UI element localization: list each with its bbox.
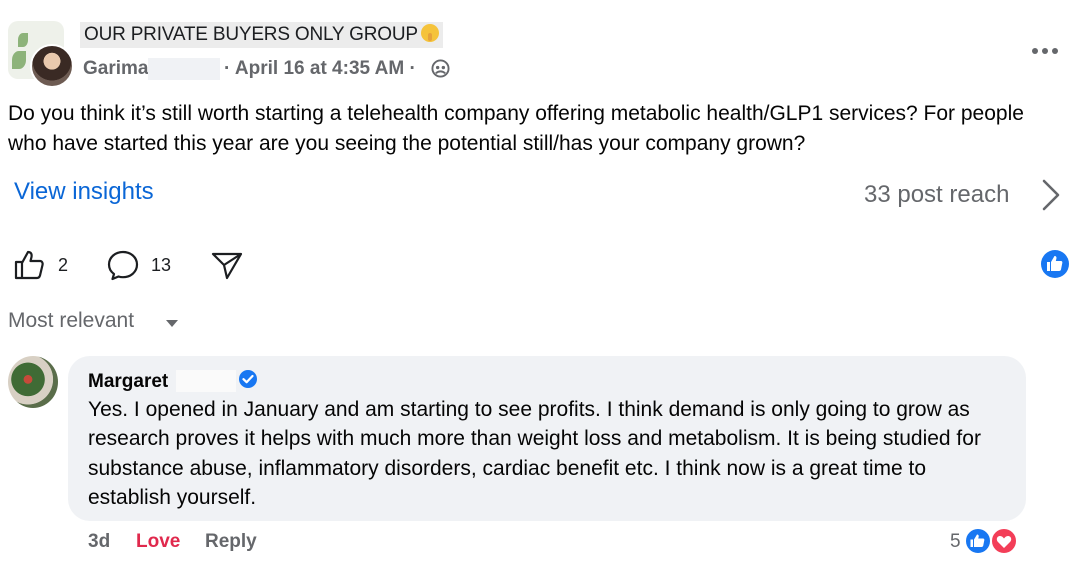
view-insights-link[interactable]: View insights — [14, 178, 154, 206]
like-reaction-icon — [964, 527, 992, 555]
caret-down-icon[interactable] — [165, 319, 179, 328]
like-count: 2 — [58, 255, 69, 275]
comment-button-icon[interactable] — [106, 248, 140, 282]
group-name-text: OUR PRIVATE BUYERS ONLY GROUP — [84, 24, 418, 45]
leaf-decoration — [12, 51, 26, 69]
verified-badge-icon — [239, 370, 257, 388]
post-reach-stat[interactable]: 33 post reach — [864, 181, 1009, 209]
reaction-like-badge-icon[interactable] — [1040, 249, 1070, 279]
redacted-surname — [148, 58, 220, 80]
commenter-avatar[interactable] — [8, 356, 58, 408]
post-timestamp[interactable]: · April 16 at 4:35 AM · — [224, 58, 416, 80]
more-options-icon[interactable] — [1030, 44, 1060, 58]
post-body-text: Do you think it’s still worth starting a… — [8, 102, 1024, 155]
comment-timestamp[interactable]: 3d — [88, 531, 110, 553]
commenter-name[interactable]: Margaret — [88, 371, 168, 393]
leaf-decoration — [18, 33, 28, 47]
group-name-link[interactable]: OUR PRIVATE BUYERS ONLY GROUP — [80, 22, 443, 48]
reply-button[interactable]: Reply — [205, 531, 257, 553]
comment-text: Yes. I opened in January and am starting… — [88, 398, 981, 510]
send-share-icon[interactable] — [210, 248, 244, 282]
comment-reaction-count[interactable]: 5 — [950, 531, 961, 553]
love-reaction-button[interactable]: Love — [136, 531, 180, 553]
comment-sort-dropdown[interactable]: Most relevant — [8, 309, 134, 333]
members-audience-icon — [431, 59, 450, 78]
chevron-right-icon[interactable] — [1040, 178, 1062, 212]
author-avatar[interactable] — [30, 44, 74, 88]
redacted-surname — [176, 370, 236, 392]
comment-count: 13 — [151, 255, 172, 275]
post-author-name[interactable]: Garima — [83, 58, 148, 80]
like-button-icon[interactable] — [12, 248, 46, 282]
love-reaction-icon — [990, 527, 1018, 555]
shushing-face-emoji-icon — [420, 24, 439, 42]
